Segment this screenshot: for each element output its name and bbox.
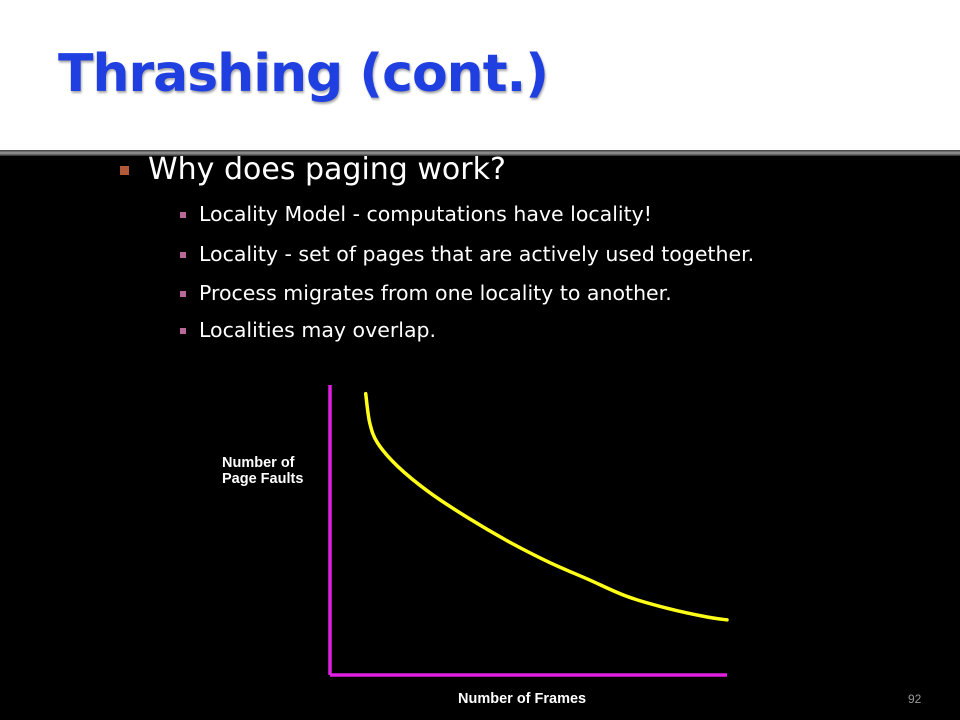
sub-bullet-marker-icon <box>180 291 186 297</box>
page-faults-curve <box>363 391 729 622</box>
sub-bullet-marker-icon <box>180 212 186 218</box>
y-axis-label-line-1: Number of <box>222 455 295 471</box>
sub-bullet-4: Localities may overlap. <box>199 318 437 342</box>
x-axis-label: Number of Frames <box>458 691 586 707</box>
sub-bullet-marker-icon <box>180 328 186 334</box>
bullet-main: Why does paging work? <box>148 152 506 187</box>
y-axis-label-line-2: Page Faults <box>222 471 303 487</box>
bullet-marker-icon <box>120 166 129 175</box>
page-faults-chart: Number of Page Faults Number of Frames <box>222 385 729 707</box>
sub-bullet-2: Locality - set of pages that are activel… <box>199 242 755 266</box>
sub-bullet-3: Process migrates from one locality to an… <box>199 281 672 305</box>
slide-number: 92 <box>908 692 922 706</box>
slide: Thrashing (cont.) Why does paging work? … <box>0 0 960 720</box>
bullet-list: Why does paging work? Locality Model - c… <box>0 0 960 360</box>
sub-bullet-1: Locality Model - computations have local… <box>199 202 653 226</box>
sub-bullet-marker-icon <box>180 252 186 258</box>
